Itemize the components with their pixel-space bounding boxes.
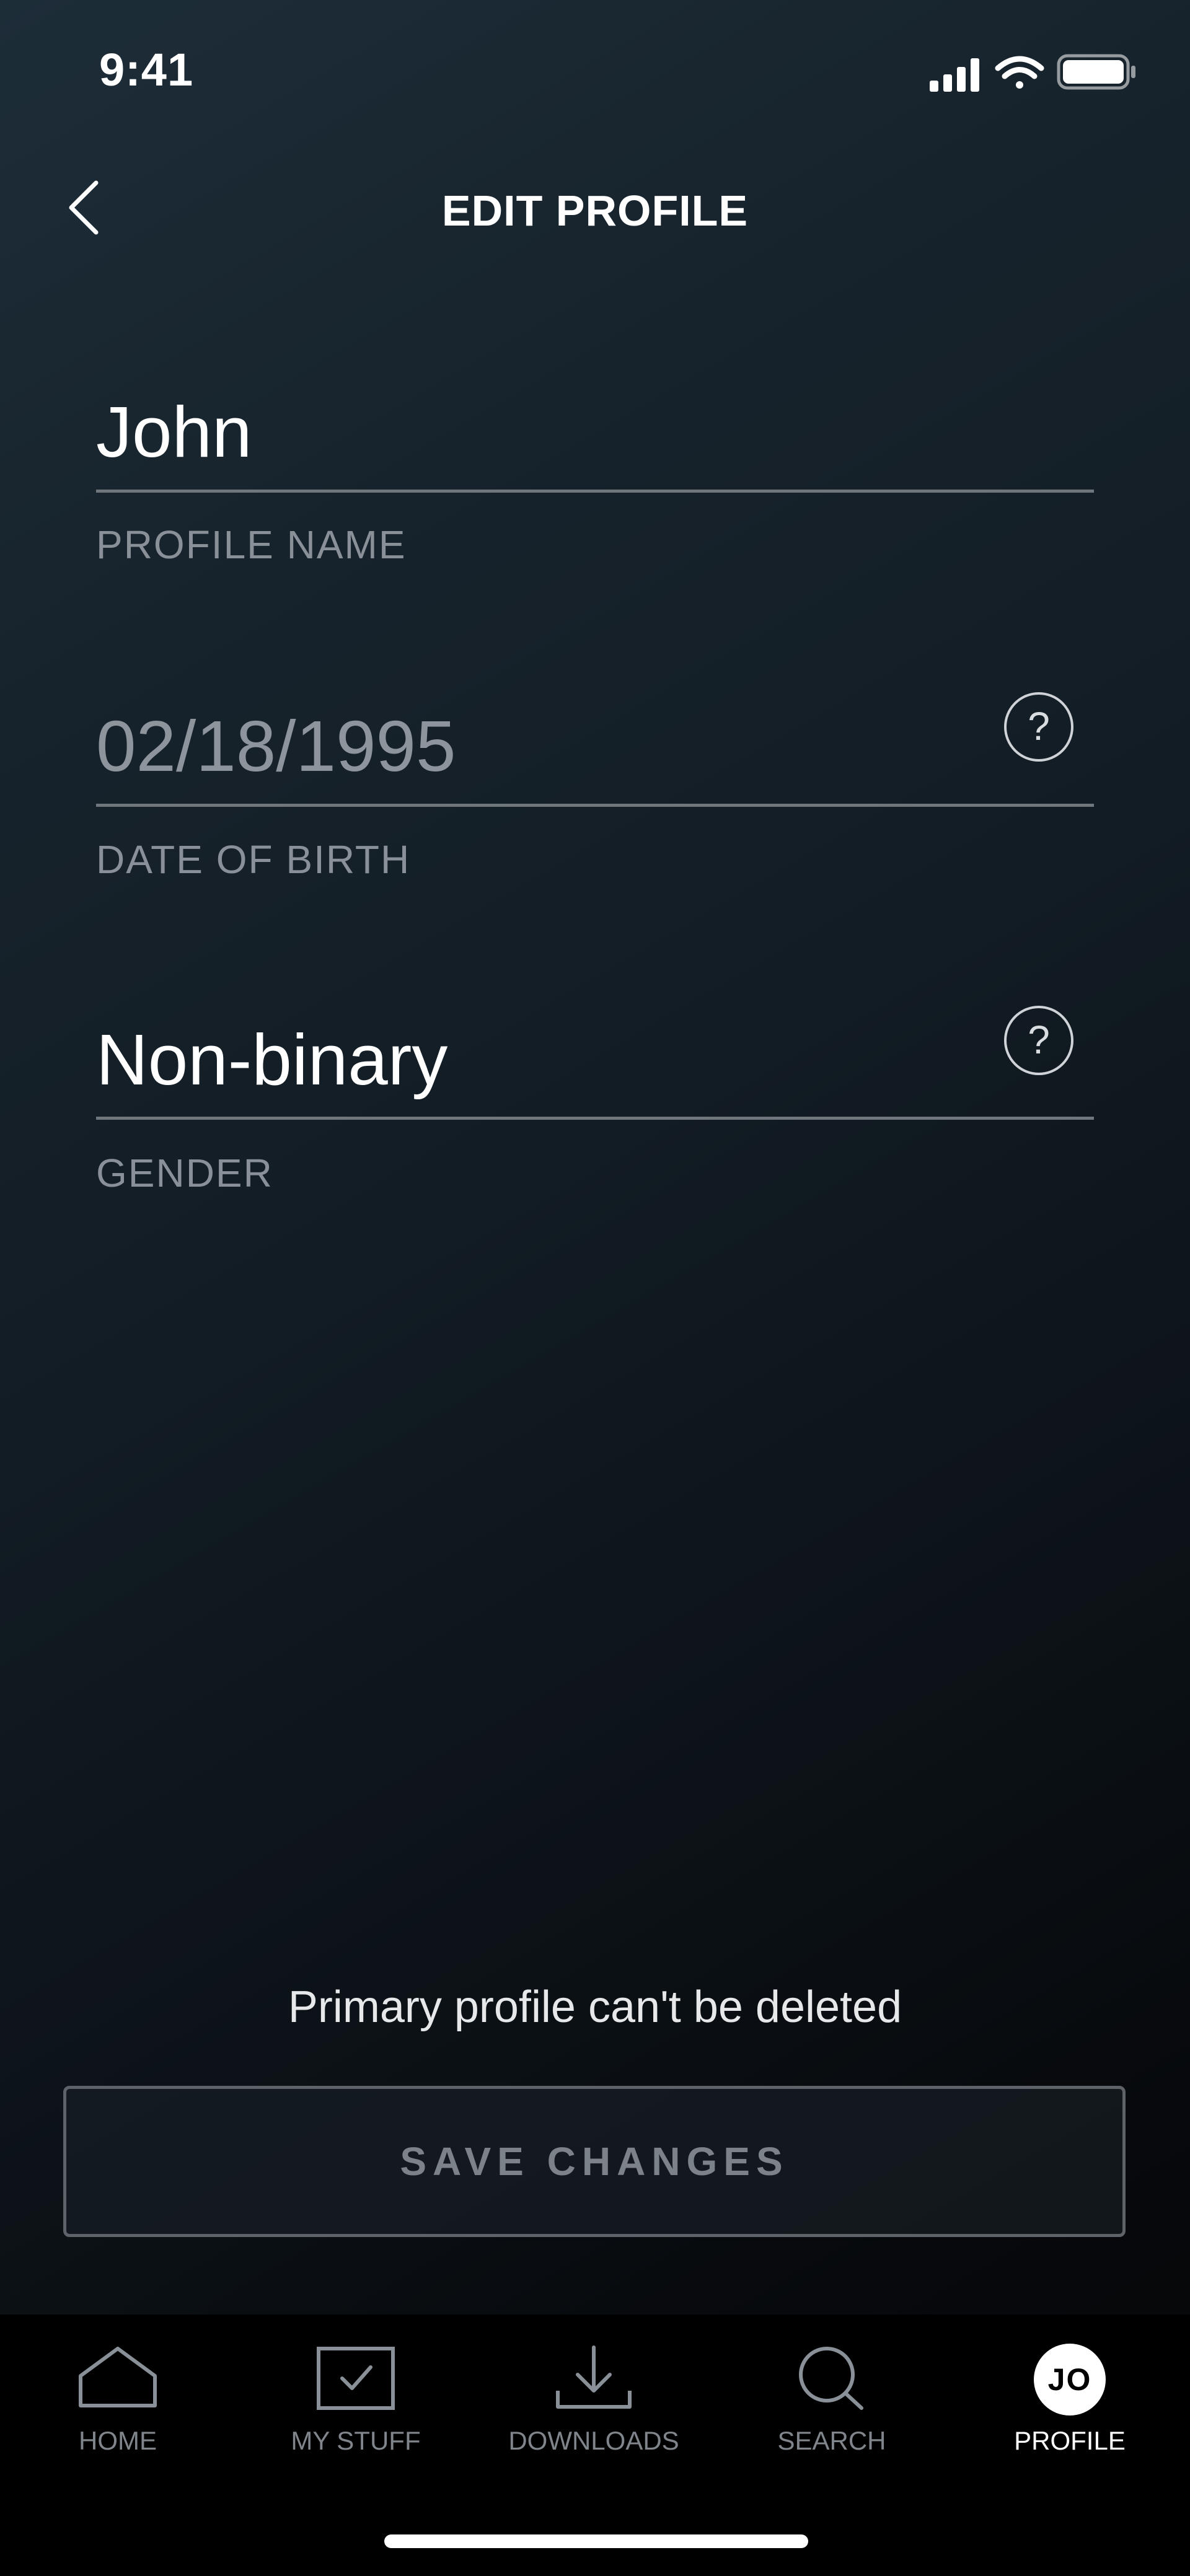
cellular-signal-icon <box>930 58 979 92</box>
profile-name-input[interactable]: John <box>96 390 252 473</box>
nav-label-home: HOME <box>79 2426 157 2455</box>
status-time: 9:41 <box>99 44 194 95</box>
primary-profile-notice: Primary profile can't be deleted <box>288 1982 902 2032</box>
date-of-birth-underline <box>96 804 1094 807</box>
home-indicator <box>384 2534 808 2548</box>
nav-item-search[interactable]: SEARCH <box>739 2344 925 2468</box>
avatar: JO <box>1034 2344 1106 2416</box>
save-changes-button[interactable]: SAVE CHANGES <box>63 2086 1126 2237</box>
profile-name-underline <box>96 490 1094 493</box>
page-title: EDIT PROFILE <box>441 187 749 235</box>
nav-item-profile[interactable]: JO PROFILE <box>977 2344 1163 2468</box>
wifi-icon <box>995 56 1044 89</box>
nav-item-my-stuff[interactable]: MY STUFF <box>263 2344 449 2468</box>
nav-item-downloads[interactable]: DOWNLOADS <box>501 2344 687 2468</box>
date-of-birth-input[interactable]: 02/18/1995 <box>96 705 456 788</box>
nav-label-profile: PROFILE <box>1014 2426 1126 2455</box>
save-changes-label: SAVE CHANGES <box>400 2139 789 2184</box>
battery-icon <box>1057 54 1135 90</box>
my-stuff-check-icon <box>317 2347 395 2410</box>
gender-label: GENDER <box>96 1151 273 1195</box>
nav-label-search: SEARCH <box>777 2426 886 2455</box>
profile-name-label: PROFILE NAME <box>96 522 407 567</box>
download-icon <box>556 2345 632 2409</box>
nav-label-my-stuff: MY STUFF <box>291 2426 421 2455</box>
date-of-birth-help-icon[interactable]: ? <box>1004 692 1073 762</box>
home-icon <box>79 2347 157 2407</box>
gender-input[interactable]: Non-binary <box>96 1018 447 1101</box>
gender-underline <box>96 1117 1094 1120</box>
search-icon <box>799 2347 863 2410</box>
nav-item-home[interactable]: HOME <box>25 2344 211 2468</box>
status-icons <box>930 54 1135 92</box>
date-of-birth-label: DATE OF BIRTH <box>96 837 411 882</box>
gender-help-icon[interactable]: ? <box>1004 1006 1073 1075</box>
nav-label-downloads: DOWNLOADS <box>508 2426 679 2455</box>
